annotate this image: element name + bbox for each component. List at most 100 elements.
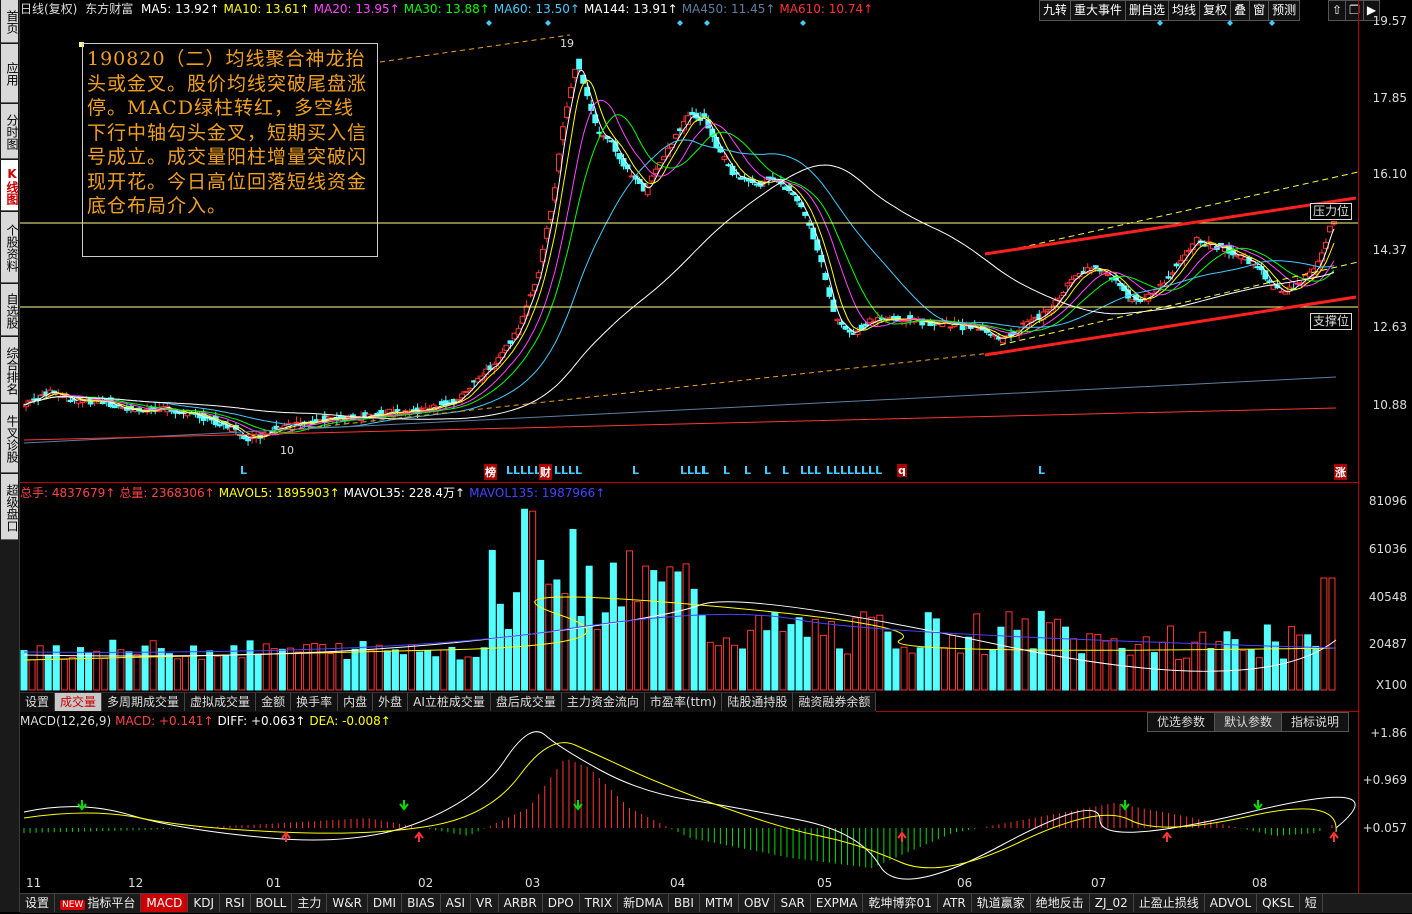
candle-body [156,407,163,413]
volume-bar [852,617,860,691]
indicator-tab[interactable]: SAR [775,894,811,912]
candle-body [761,181,768,184]
indicator-tab[interactable]: RSI [220,894,251,912]
macd-param-tab[interactable]: 优选参数 [1147,712,1216,732]
candle-body [1008,332,1014,337]
indicator-tab-label: MTM [704,896,733,910]
candle-body [701,113,708,117]
volume-bar [416,651,424,691]
period-label[interactable]: 日线(复权) [20,2,77,16]
candle-body [1149,292,1156,296]
volume-bar [698,614,706,691]
buy-arrow-icon [1329,831,1339,842]
ma-legend: MA5: 13.92↑ MA10: 13.61↑ MA20: 13.95↑ MA30:… [141,2,877,16]
price-tick: 10.88 [1372,398,1407,412]
candle-body [495,357,502,364]
indicator-tab[interactable]: BIAS [402,894,441,912]
volume-tab[interactable]: 换手率 [291,693,339,711]
indicator-tab[interactable]: TRIX [580,894,619,912]
candle-body [725,164,732,167]
toolbar-button[interactable]: 复权 [1199,0,1232,21]
indicator-tab[interactable]: NEW 指标平台 [55,894,142,912]
volume-tab[interactable]: 虚拟成交量 [185,693,257,711]
left-tab-4[interactable]: 个股资料 [1,212,19,283]
left-tab-5[interactable]: 自选股 [1,284,19,336]
indicator-tab[interactable]: BOLL [251,894,293,912]
candle-body [321,415,328,423]
candle-body [959,322,966,331]
indicator-tab[interactable]: 轨道赢家 [972,894,1031,912]
candle-body [350,414,356,420]
indicator-tab[interactable]: 设置 [20,894,56,912]
macd-param-tab[interactable]: 默认参数 [1214,712,1283,732]
volume-tab[interactable]: 成交量 [55,693,103,711]
indicator-tab[interactable]: MACD [141,894,189,912]
candle-body [43,391,50,396]
candle-body [947,326,954,329]
left-tab-2[interactable]: 分时图 [1,104,19,159]
macd-param-tab[interactable]: 指标说明 [1281,712,1350,732]
volume-tab[interactable]: 陆股通持股 [722,693,794,711]
volume-tab[interactable]: 市盈率(ttm) [645,693,723,711]
volume-tab[interactable]: 外盘 [373,693,409,711]
indicator-tab-label: QKSL [1262,896,1294,910]
volume-tab[interactable]: 设置 [20,693,56,711]
left-tab-7[interactable]: 牛叉诊股 [1,404,19,473]
toolbar-button[interactable]: 重大事件 [1070,0,1127,21]
candle-body [422,407,429,411]
volume-tab[interactable]: 内盘 [338,693,374,711]
candle-body [560,126,566,141]
indicator-tab[interactable]: VR [471,894,499,912]
volume-bar [965,636,973,691]
indicator-tab[interactable]: DMI [368,894,403,912]
indicator-tab-label: RSI [225,896,245,910]
indicator-tab[interactable]: EXPMA [811,894,864,912]
toolbar-button[interactable]: 删自选 [1125,0,1170,21]
left-tab-8[interactable]: 超级盘口 [1,474,19,540]
volume-tab[interactable]: 主力资金流向 [562,693,645,711]
toolbar-button[interactable]: 叠 [1230,0,1251,21]
indicator-tab[interactable]: ZJ_02 [1090,894,1134,912]
indicator-tab[interactable]: 止盈止损线 [1134,894,1205,912]
volume-tab[interactable]: 多周期成交量 [102,693,186,711]
volume-bar [569,529,577,691]
indicator-tab[interactable]: ATR [938,894,972,912]
indicator-tab[interactable]: DPO [543,894,580,912]
signal-row: L 榜 LLLLL 财 LLLL L LLLL L L L L L LLL LLLLLLLL q L 涨 [20,464,1358,480]
indicator-tab[interactable]: ARBR [499,894,543,912]
ma-legend-item: MA610: 10.74↑ [779,2,874,16]
toolbar-button[interactable]: 均线 [1168,0,1201,21]
indicator-tab[interactable]: ASI [441,894,472,912]
volume-tab[interactable]: 融资融券余额 [793,693,877,711]
indicator-tab[interactable]: QKSL [1257,894,1300,912]
left-tab-0[interactable]: 首页 [1,0,19,43]
support-label: 支撑位 [1310,313,1353,330]
left-tab-6[interactable]: 综合排名 [1,337,19,403]
candle-body [1274,284,1281,289]
indicator-tab[interactable]: 主力 [292,894,328,912]
indicator-tab[interactable]: 乾坤博弈01 [863,894,938,912]
volume-tab[interactable]: 金额 [256,693,292,711]
left-tab-3[interactable]: K线图 [1,160,19,211]
indicator-tab[interactable]: ADVOL [1205,894,1258,912]
candle-body [253,434,260,439]
indicator-tab[interactable]: OBV [739,894,776,912]
toolbar-button[interactable]: 九转 [1039,0,1072,21]
indicator-tab[interactable]: 短 [1300,894,1323,912]
left-tab-1[interactable]: 应用 [1,44,19,103]
up-arrow-icon[interactable]: ⇧ [1328,0,1347,21]
candle-body [535,272,542,279]
trend-dash [379,34,571,63]
indicator-tab[interactable]: W&R [327,894,368,912]
indicator-tab[interactable]: KDJ [188,894,220,912]
indicator-tab[interactable]: 新DMA [618,894,669,912]
volume-bar [1296,634,1304,691]
candle-body [620,158,627,167]
volume-bar [1150,652,1158,691]
indicator-tab[interactable]: MTM [700,894,739,912]
toolbar-button[interactable]: 窗 [1249,0,1270,21]
indicator-tab[interactable]: 绝地反击 [1031,894,1090,912]
volume-tab[interactable]: AI立桩成交量 [408,693,491,711]
indicator-tab[interactable]: BBI [669,894,700,912]
volume-tab[interactable]: 盘后成交量 [491,693,562,711]
